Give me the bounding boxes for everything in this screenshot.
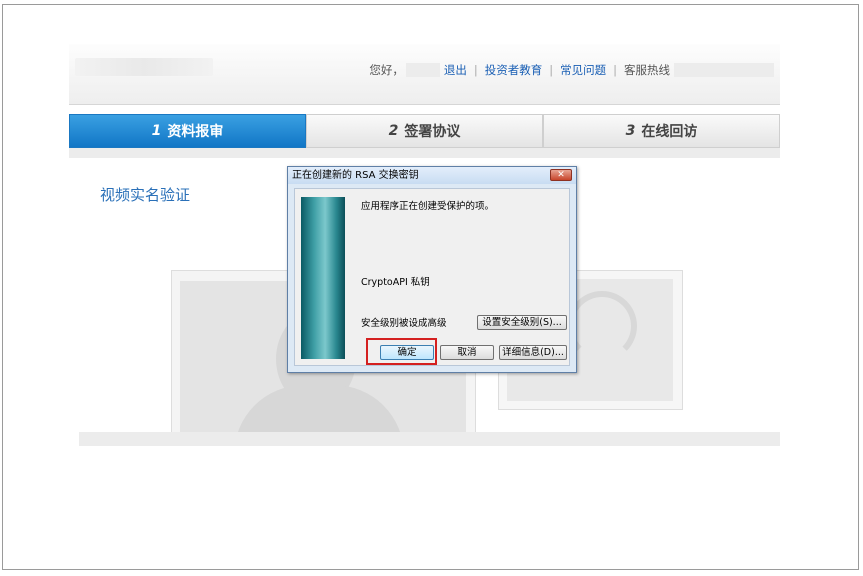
section-title: 视频实名验证 <box>100 186 191 204</box>
logout-link[interactable]: 退出 <box>444 62 467 78</box>
separator: | <box>473 63 478 77</box>
cancel-button[interactable]: 取消 <box>440 345 494 360</box>
content-footer-band <box>79 432 780 446</box>
step-number: 3 <box>625 123 636 139</box>
username-redacted <box>405 63 440 77</box>
separator: | <box>549 63 554 77</box>
step-label: 签署协议 <box>404 124 461 140</box>
step-1[interactable]: 1 资料报审 <box>69 114 306 154</box>
step-3[interactable]: 3 在线回访 <box>543 114 780 148</box>
dialog-message: 应用程序正在创建受保护的项。 <box>361 201 495 212</box>
separator: | <box>613 63 617 77</box>
faq-link[interactable]: 常见问题 <box>560 62 606 78</box>
ok-button-highlight <box>366 338 437 365</box>
hotline-number-redacted <box>674 63 774 77</box>
greeting-text: 您好， <box>369 63 404 77</box>
steps-band <box>69 148 780 158</box>
step-number: 2 <box>388 123 399 139</box>
progress-steps: 1 资料报审 2 签署协议 3 在线回访 <box>69 114 780 154</box>
dialog-title: 正在创建新的 RSA 交换密钥 <box>292 170 419 181</box>
details-button[interactable]: 详细信息(D)... <box>499 345 567 360</box>
step-label: 资料报审 <box>167 124 224 140</box>
step-number: 1 <box>151 123 162 139</box>
headset-icon <box>567 291 637 361</box>
security-level-text: 安全级别被设成高级 <box>361 318 447 329</box>
step-label: 在线回访 <box>641 124 698 140</box>
logo-blurred <box>75 58 213 76</box>
dialog-titlebar[interactable]: 正在创建新的 RSA 交换密钥 ✕ <box>288 167 576 184</box>
step-2[interactable]: 2 签署协议 <box>306 114 543 148</box>
top-bar: 您好， 退出 | 投资者教育 | 常见问题 | 客服热线 <box>69 44 780 105</box>
investor-education-link[interactable]: 投资者教育 <box>485 62 543 78</box>
dialog-banner-image <box>301 197 345 359</box>
hotline-label: 客服热线 <box>624 63 670 77</box>
set-security-level-button[interactable]: 设置安全级别(S)... <box>477 315 567 330</box>
top-links: 您好， 退出 | 投资者教育 | 常见问题 | 客服热线 <box>369 62 774 78</box>
close-button[interactable]: ✕ <box>550 169 572 181</box>
dialog-provider-text: CryptoAPI 私钥 <box>361 277 430 288</box>
